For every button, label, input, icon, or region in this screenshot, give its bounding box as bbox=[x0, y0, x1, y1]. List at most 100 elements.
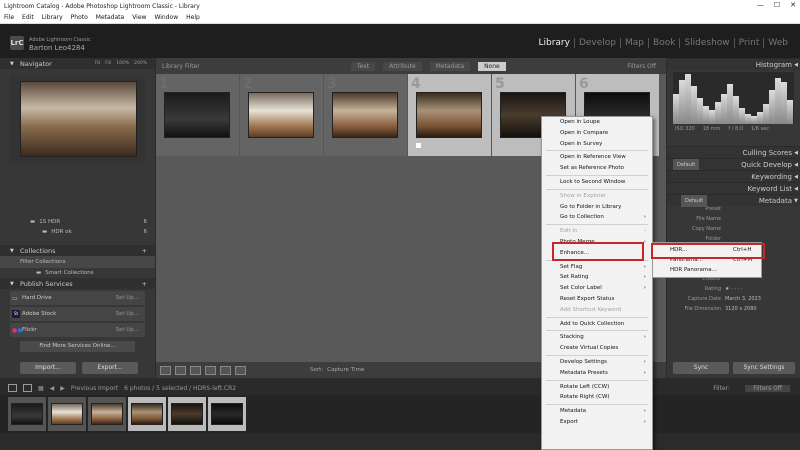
module-slideshow[interactable]: Slideshow bbox=[679, 38, 733, 48]
people-view-icon[interactable] bbox=[220, 365, 231, 375]
context-menu-item-add-to-quick-collection[interactable]: Add to Quick Collection bbox=[542, 319, 652, 330]
metadata-row[interactable]: Rating ★ · · · · bbox=[667, 286, 800, 296]
folder-row[interactable]: ▬ 1S HDR 6 bbox=[0, 217, 155, 227]
context-menu-item-export[interactable]: Export › bbox=[542, 417, 652, 428]
histogram-header[interactable]: Histogram ◀ bbox=[667, 58, 800, 70]
context-menu-item-create-virtual-copies[interactable]: Create Virtual Copies bbox=[542, 343, 652, 354]
folder-row[interactable]: ▬ HDR ok 6 bbox=[0, 227, 155, 237]
main-window-icon[interactable] bbox=[8, 384, 17, 392]
menu-edit[interactable]: Edit bbox=[22, 14, 34, 21]
context-menu-item-set-rating[interactable]: Set Rating › bbox=[542, 272, 652, 283]
module-library[interactable]: Library bbox=[534, 38, 573, 48]
add-service-icon[interactable]: + bbox=[142, 280, 147, 288]
filmstrip-thumb-selected[interactable] bbox=[128, 397, 166, 431]
filter-none[interactable]: None bbox=[478, 61, 506, 71]
context-menu-item-set-color-label[interactable]: Set Color Label › bbox=[542, 283, 652, 294]
sync-button[interactable]: Sync bbox=[673, 362, 729, 374]
filmstrip-thumb[interactable] bbox=[48, 397, 86, 431]
module-book[interactable]: Book bbox=[648, 38, 679, 48]
export-button[interactable]: Export... bbox=[82, 362, 138, 374]
collection-filter[interactable]: Filter Collections bbox=[0, 256, 155, 268]
module-print[interactable]: Print bbox=[733, 38, 764, 48]
grid-cell[interactable]: 3 bbox=[324, 74, 408, 156]
metadata-row[interactable]: Preset bbox=[667, 206, 800, 216]
menu-window[interactable]: Window bbox=[154, 14, 178, 21]
filmstrip-thumb[interactable] bbox=[88, 397, 126, 431]
menu-library[interactable]: Library bbox=[42, 14, 63, 21]
context-menu-item-open-in-compare[interactable]: Open in Compare bbox=[542, 128, 652, 139]
metadata-header[interactable]: Default Metadata ▼ bbox=[667, 194, 800, 207]
histogram[interactable] bbox=[673, 72, 794, 124]
context-menu-item-stacking[interactable]: Stacking › bbox=[542, 332, 652, 343]
sort-dropdown[interactable]: Capture Time bbox=[327, 367, 364, 373]
context-menu-item-metadata[interactable]: Metadata › bbox=[542, 406, 652, 417]
submenu-hdr-panorama[interactable]: HDR Panorama... bbox=[653, 265, 761, 275]
service-setup[interactable]: Set Up... bbox=[115, 327, 139, 333]
grid-icon[interactable]: ▦ bbox=[38, 385, 44, 392]
metadata-row[interactable]: Capture Date March 3, 2023 bbox=[667, 296, 800, 306]
forward-arrow-icon[interactable]: ▶ bbox=[60, 385, 65, 392]
close-button[interactable]: ✕ bbox=[790, 1, 796, 9]
filter-attribute[interactable]: Attribute bbox=[383, 61, 422, 71]
back-arrow-icon[interactable]: ◀ bbox=[50, 385, 55, 392]
maximize-button[interactable]: ☐ bbox=[774, 1, 780, 9]
menu-photo[interactable]: Photo bbox=[71, 14, 88, 21]
service-setup[interactable]: Set Up... bbox=[115, 295, 139, 301]
context-menu-item-reset-export-status[interactable]: Reset Export Status bbox=[542, 294, 652, 305]
module-map[interactable]: Map bbox=[620, 38, 648, 48]
filter-preset-dropdown[interactable]: Filters Off bbox=[627, 63, 656, 70]
zoom-fill[interactable]: Fill bbox=[105, 61, 111, 66]
add-collection-icon[interactable]: + bbox=[142, 247, 147, 255]
metadata-row[interactable]: File Name bbox=[667, 216, 800, 226]
context-menu-item-develop-settings[interactable]: Develop Settings › bbox=[542, 357, 652, 368]
filmstrip-thumb-selected[interactable] bbox=[208, 397, 246, 431]
context-menu-item-rotate-right-cw[interactable]: Rotate Right (CW) bbox=[542, 392, 652, 403]
zoom-fit[interactable]: Fit bbox=[95, 61, 100, 66]
grid-cell[interactable]: 1 bbox=[156, 74, 240, 156]
spray-can-icon[interactable] bbox=[235, 365, 246, 375]
service-adobe-stock[interactable]: St Adobe Stock Set Up... bbox=[10, 307, 145, 321]
filmstrip-filter-dropdown[interactable]: Filters Off bbox=[745, 384, 790, 392]
keyword-list-header[interactable]: Keyword List ◀ bbox=[667, 182, 800, 194]
grid-cell-selected[interactable]: 4 bbox=[408, 74, 492, 156]
context-menu-item-set-flag[interactable]: Set Flag › bbox=[542, 262, 652, 273]
navigator-header[interactable]: ▼ Navigator Fit Fill 100% 200% bbox=[0, 58, 155, 69]
module-develop[interactable]: Develop bbox=[573, 38, 620, 48]
filter-metadata[interactable]: Metadata bbox=[429, 61, 471, 71]
menu-file[interactable]: File bbox=[4, 14, 14, 21]
context-menu-item-rotate-left-ccw[interactable]: Rotate Left (CCW) bbox=[542, 382, 652, 393]
service-hard-drive[interactable]: ▭ Hard Drive Set Up... bbox=[10, 291, 145, 305]
compare-view-icon[interactable] bbox=[190, 365, 201, 375]
survey-view-icon[interactable] bbox=[205, 365, 216, 375]
metadata-row[interactable]: Copy Name bbox=[667, 226, 800, 236]
context-menu-item-metadata-presets[interactable]: Metadata Presets › bbox=[542, 368, 652, 379]
zoom-100[interactable]: 100% bbox=[116, 61, 129, 66]
metadata-row[interactable]: File Dimension 3120 x 2080 bbox=[667, 306, 800, 316]
publish-services-header[interactable]: ▼ Publish Services + bbox=[0, 278, 155, 289]
filmstrip-thumb-selected[interactable] bbox=[168, 397, 206, 431]
service-flickr[interactable]: ●● Flickr Set Up... bbox=[10, 323, 145, 337]
navigator-preview[interactable] bbox=[10, 75, 145, 163]
menu-metadata[interactable]: Metadata bbox=[96, 14, 124, 21]
menu-view[interactable]: View bbox=[132, 14, 146, 21]
filmstrip-thumb[interactable] bbox=[8, 397, 46, 431]
keywording-header[interactable]: Keywording ◀ bbox=[667, 170, 800, 182]
context-menu-item-go-to-folder-in-library[interactable]: Go to Folder in Library bbox=[542, 202, 652, 213]
zoom-200[interactable]: 200% bbox=[134, 61, 147, 66]
metadata-preset[interactable]: Default bbox=[681, 195, 708, 207]
find-more-services-button[interactable]: Find More Services Online... bbox=[20, 341, 135, 352]
filter-text[interactable]: Text bbox=[351, 61, 376, 71]
context-menu-item-open-in-reference-view[interactable]: Open in Reference View bbox=[542, 152, 652, 163]
module-web[interactable]: Web bbox=[763, 38, 792, 48]
context-menu-item-open-in-survey[interactable]: Open in Survey bbox=[542, 139, 652, 150]
service-setup[interactable]: Set Up... bbox=[115, 311, 139, 317]
grid-cell[interactable]: 2 bbox=[240, 74, 324, 156]
import-button[interactable]: Import... bbox=[20, 362, 76, 374]
context-menu-item-lock-to-second-window[interactable]: Lock to Second Window bbox=[542, 177, 652, 188]
filmstrip-source[interactable]: Previous Import bbox=[71, 385, 118, 392]
collections-header[interactable]: ▼ Collections + bbox=[0, 245, 155, 256]
sync-settings-button[interactable]: Sync Settings bbox=[733, 362, 795, 374]
grid-view-icon[interactable] bbox=[160, 365, 171, 375]
context-menu-item-open-in-loupe[interactable]: Open in Loupe bbox=[542, 117, 652, 128]
minimize-button[interactable]: — bbox=[757, 1, 764, 9]
